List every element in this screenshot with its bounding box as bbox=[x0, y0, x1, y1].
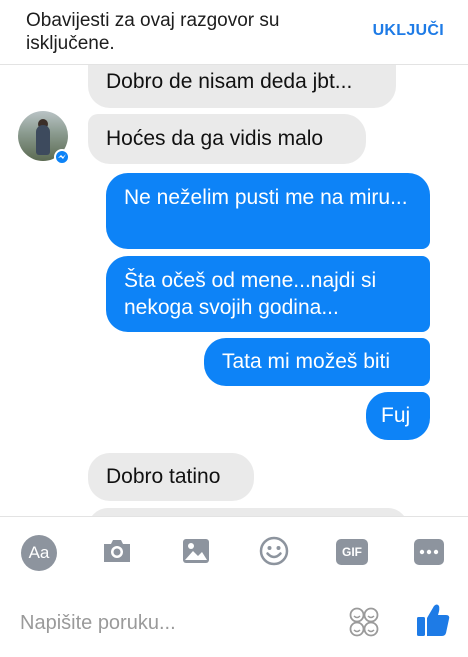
message-text: Dobro tatino bbox=[106, 465, 221, 488]
message-bubble-incoming[interactable]: Hoćes da ga vidis malo bbox=[88, 114, 366, 164]
message-text: Fuj bbox=[381, 404, 411, 427]
message-bubble-outgoing[interactable]: Fuj bbox=[366, 392, 430, 440]
text-format-icon[interactable]: Aa bbox=[21, 535, 57, 571]
avatar-photo-figure bbox=[36, 125, 50, 155]
turn-on-notifications-button[interactable]: UKLJUČI bbox=[373, 22, 444, 40]
message-input[interactable]: Napišite poruku... bbox=[20, 612, 176, 635]
message-bubble-outgoing[interactable]: Šta očeš od mene...najdi si nekoga svoji… bbox=[106, 256, 430, 332]
message-bubble-outgoing[interactable]: Tata mi možeš biti bbox=[204, 338, 430, 386]
stickers-icon[interactable] bbox=[348, 606, 380, 643]
message-text: Šta očeš od mene...najdi si nekoga svoji… bbox=[124, 269, 377, 319]
message-thread[interactable]: Dobro de nisam deda jbt... Hoćes da ga v… bbox=[0, 64, 468, 516]
notification-banner: Obavijesti za ovaj razgovor su isključen… bbox=[0, 0, 468, 65]
gif-label: GIF bbox=[342, 545, 362, 559]
message-bubble-outgoing[interactable]: Ne neželim pusti me na miru... bbox=[106, 173, 430, 249]
gif-icon[interactable]: GIF bbox=[336, 539, 368, 565]
notification-message: Obavijesti za ovaj razgovor su isključen… bbox=[26, 10, 280, 54]
message-text: Ne neželim pusti me na miru... bbox=[124, 186, 408, 209]
message-bubble-incoming[interactable]: Dobro tatino bbox=[88, 453, 254, 501]
emoji-icon[interactable] bbox=[258, 535, 290, 572]
camera-icon[interactable] bbox=[101, 537, 133, 570]
message-text: Tata mi možeš biti bbox=[222, 350, 391, 373]
message-text: Hoćes da ga vidis malo bbox=[106, 127, 324, 150]
like-thumbs-up-icon[interactable] bbox=[416, 602, 450, 643]
more-icon[interactable] bbox=[414, 539, 444, 570]
messenger-badge-icon bbox=[54, 149, 70, 165]
message-composer: Napišite poruku... bbox=[0, 580, 468, 657]
text-format-label: Aa bbox=[28, 543, 50, 562]
message-bubble-incoming-partial[interactable] bbox=[88, 508, 408, 516]
image-icon[interactable] bbox=[181, 537, 211, 570]
message-bubble-incoming[interactable]: Dobro de nisam deda jbt... bbox=[88, 64, 396, 108]
message-text: Dobro de nisam deda jbt... bbox=[106, 70, 353, 93]
composer-toolbar: Aa GIF bbox=[0, 516, 468, 581]
